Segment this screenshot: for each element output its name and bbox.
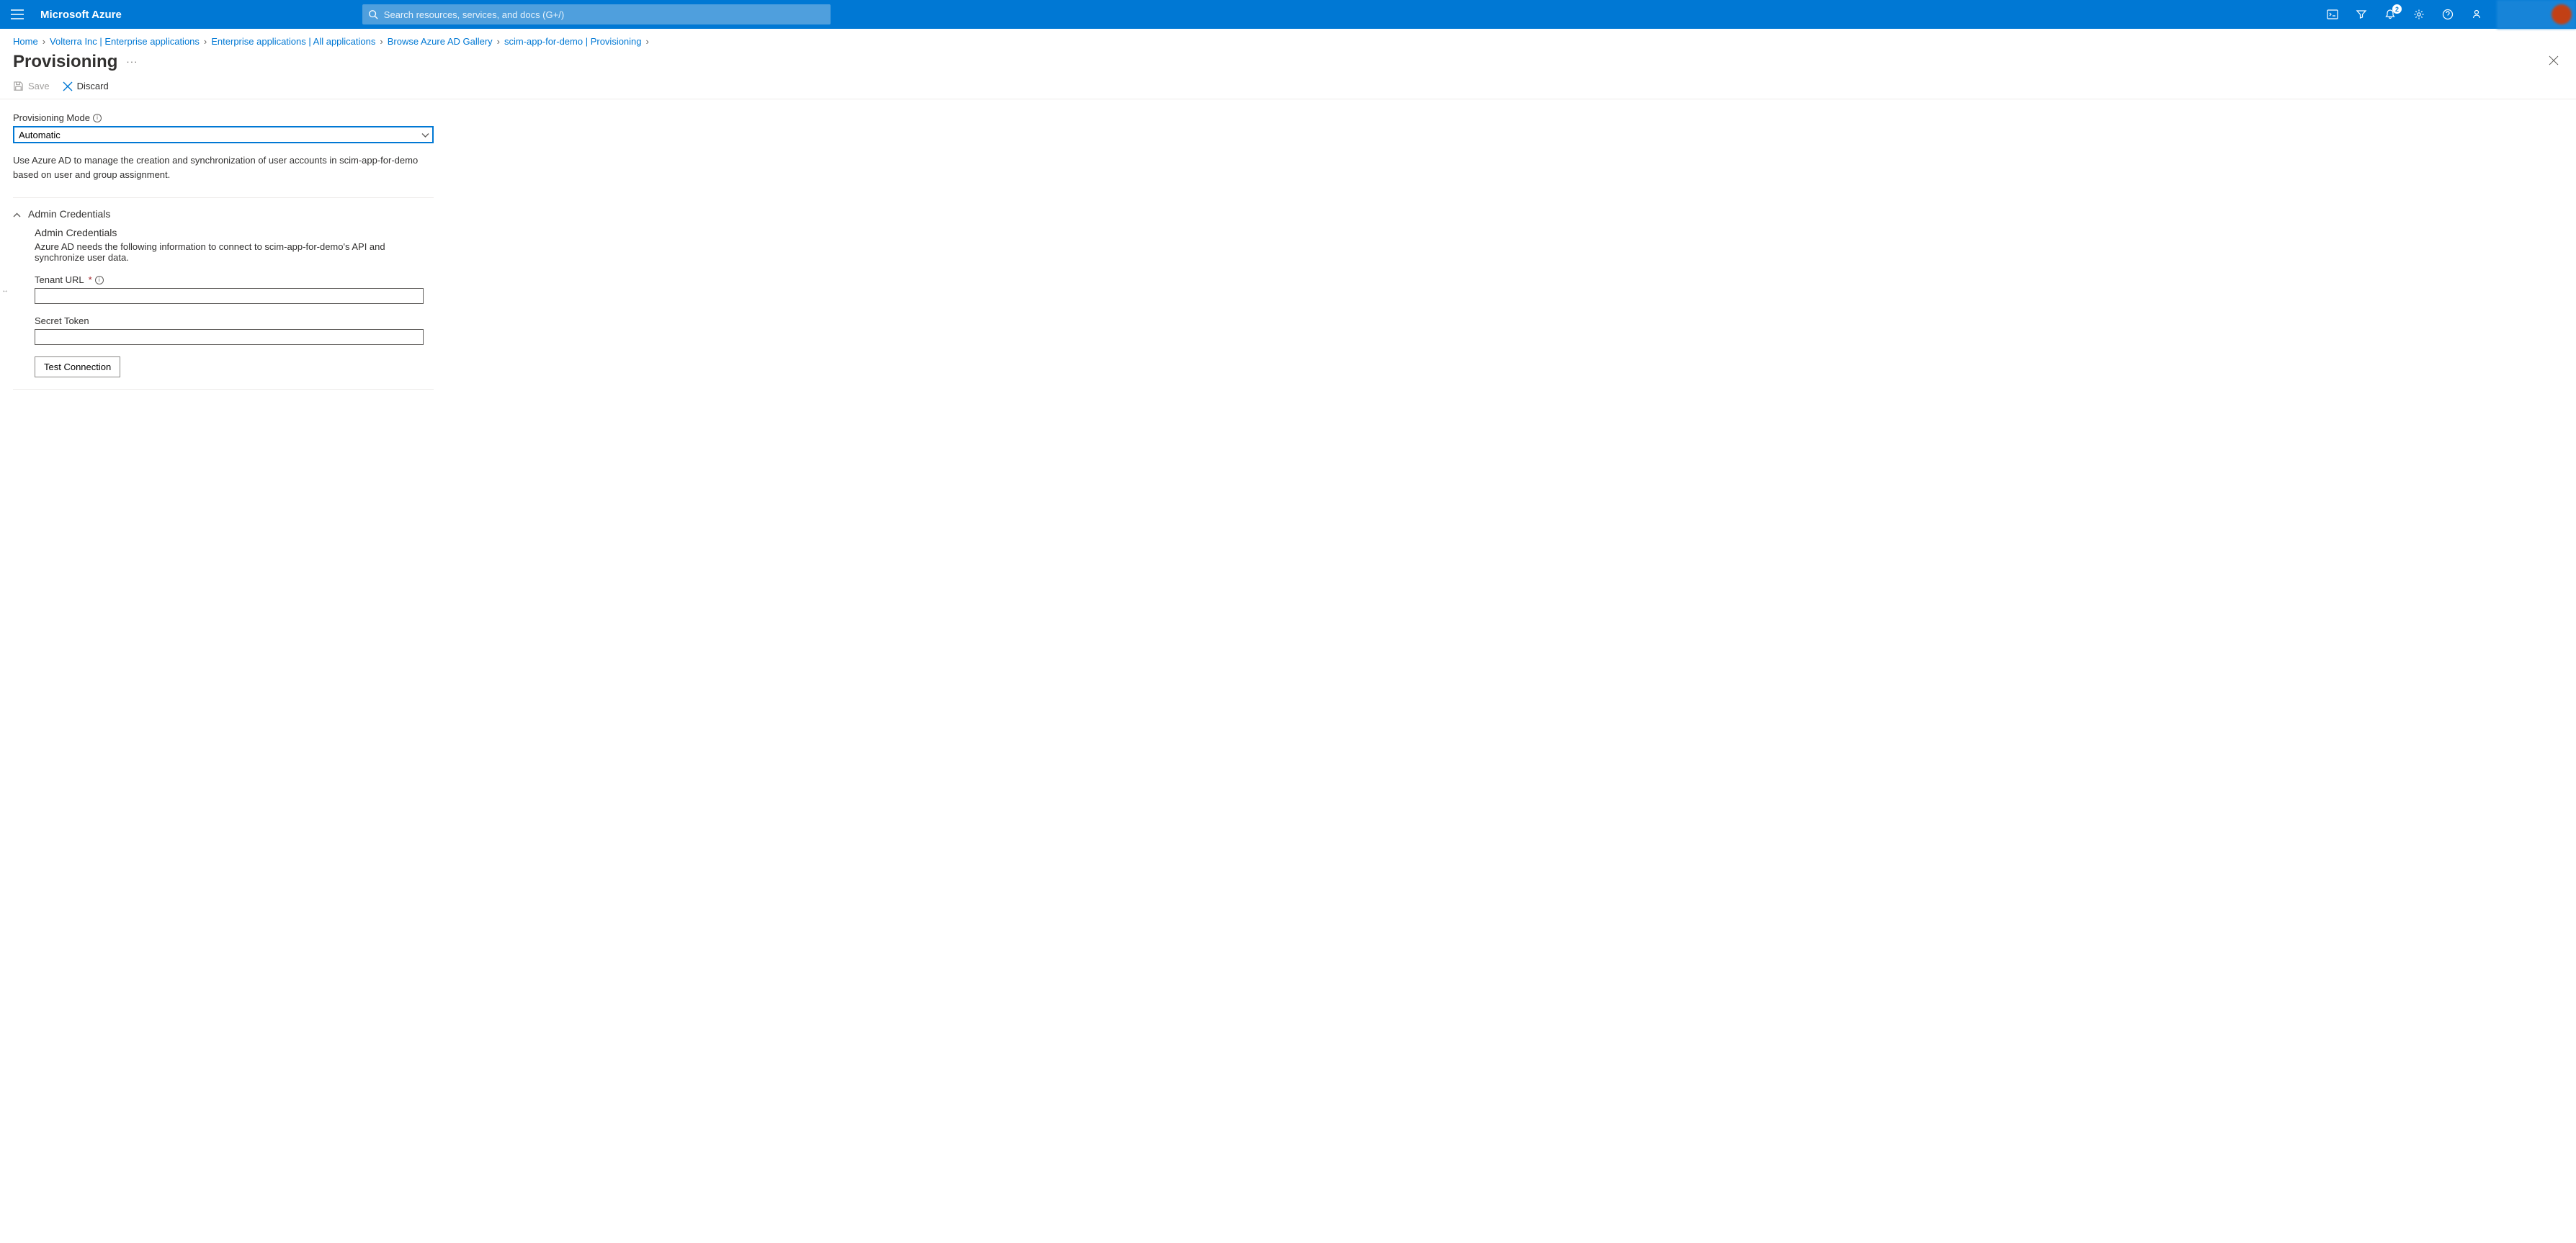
search-input[interactable] [378,9,825,20]
chevron-right-icon: › [204,36,207,47]
provisioning-mode-label: Provisioning Mode i [13,112,434,123]
avatar [2552,4,2572,24]
secret-token-label: Secret Token [35,315,434,326]
hamburger-menu[interactable] [0,0,35,29]
discard-label: Discard [77,81,109,91]
admin-credentials-desc: Azure AD needs the following information… [35,241,434,263]
chevron-right-icon: › [43,36,45,47]
cloud-shell-button[interactable] [2318,0,2347,29]
hamburger-icon [11,9,24,19]
tenant-url-label: Tenant URL* i [35,274,434,285]
gear-icon [2413,9,2425,20]
save-label: Save [28,81,50,91]
global-search[interactable] [362,4,831,24]
provisioning-mode-select[interactable]: Automatic [13,126,434,143]
page-title: Provisioning [13,52,117,72]
cloud-shell-icon [2327,9,2338,20]
save-button[interactable]: Save [13,81,50,91]
divider [13,197,434,198]
chevron-right-icon: › [380,36,383,47]
provisioning-mode-help: Use Azure AD to manage the creation and … [13,153,434,181]
tenant-url-input[interactable] [35,288,424,304]
breadcrumb-link[interactable]: Home [13,36,38,47]
discard-button[interactable]: Discard [63,81,109,91]
close-icon [2549,55,2559,66]
feedback-button[interactable] [2462,0,2491,29]
close-button[interactable] [2544,51,2563,72]
provisioning-form: Provisioning Mode i Automatic Use Azure … [0,99,447,403]
title-bar: Provisioning ··· [0,50,2576,76]
help-icon [2442,9,2454,20]
command-bar: Save Discard [0,76,2576,99]
help-button[interactable] [2433,0,2462,29]
notification-badge: 2 [2392,4,2402,14]
chevron-up-icon [13,209,21,220]
search-icon [368,9,378,19]
chevron-right-icon: › [497,36,500,47]
breadcrumb-link[interactable]: Enterprise applications | All applicatio… [211,36,375,47]
directory-filter-button[interactable] [2347,0,2376,29]
brand-label[interactable]: Microsoft Azure [35,9,139,21]
resize-handle-icon: ↔ [1,287,9,295]
info-icon[interactable]: i [95,276,104,284]
filter-icon [2356,9,2367,20]
admin-credentials-toggle[interactable]: Admin Credentials [13,208,434,227]
test-connection-button[interactable]: Test Connection [35,356,120,377]
top-icon-bar: 2 [2318,0,2497,29]
save-icon [13,81,24,91]
account-menu[interactable] [2497,0,2576,29]
feedback-icon [2471,9,2482,20]
breadcrumb-link[interactable]: Browse Azure AD Gallery [388,36,493,47]
top-bar: Microsoft Azure 2 [0,0,2576,29]
info-icon[interactable]: i [93,114,102,122]
settings-button[interactable] [2405,0,2433,29]
admin-credentials-body: Admin Credentials Azure AD needs the fol… [13,227,434,377]
breadcrumb-link[interactable]: scim-app-for-demo | Provisioning [504,36,642,47]
notifications-button[interactable]: 2 [2376,0,2405,29]
admin-credentials-heading: Admin Credentials [35,227,434,238]
divider [13,389,434,390]
chevron-right-icon: › [646,36,649,47]
secret-token-input[interactable] [35,329,424,345]
breadcrumb-link[interactable]: Volterra Inc | Enterprise applications [50,36,200,47]
discard-icon [63,81,73,91]
breadcrumb: Home › Volterra Inc | Enterprise applica… [0,29,2576,50]
section-title: Admin Credentials [28,208,110,220]
more-menu[interactable]: ··· [126,56,138,67]
required-asterisk: * [89,274,92,285]
